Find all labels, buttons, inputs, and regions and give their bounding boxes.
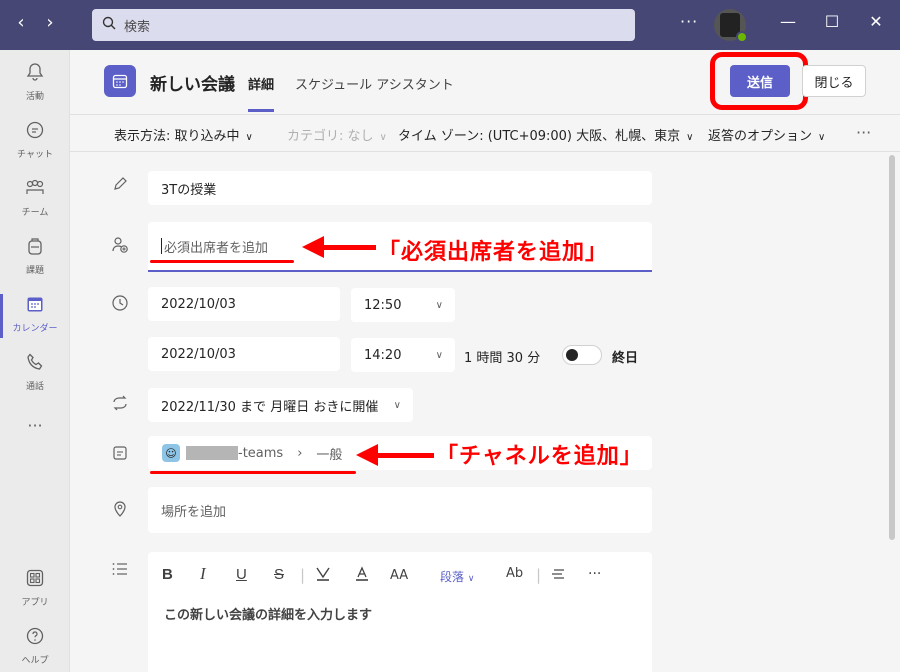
more-options-icon[interactable]: ··· bbox=[680, 12, 698, 31]
list-icon bbox=[108, 560, 132, 582]
rail-more-icon[interactable]: ··· bbox=[0, 416, 70, 435]
rail-item-activity[interactable]: 活動 bbox=[0, 62, 70, 102]
rail-item-apps[interactable]: アプリ bbox=[0, 568, 70, 608]
arrow-left-icon bbox=[302, 236, 324, 258]
title-field[interactable]: 3Tの授業 bbox=[148, 171, 652, 205]
start-date-field[interactable]: 2022/10/03 bbox=[148, 287, 340, 321]
repeat-icon bbox=[108, 394, 132, 416]
meeting-header: 新しい会議 詳細 スケジュール アシスタント 送信 閉じる bbox=[70, 50, 900, 114]
search-icon bbox=[102, 16, 116, 34]
attendee-callout: 「必須出席者を追加」 bbox=[378, 240, 609, 265]
indent-icon[interactable] bbox=[550, 566, 566, 586]
tab-scheduling-assistant[interactable]: スケジュール アシスタント bbox=[295, 74, 454, 93]
add-person-icon bbox=[108, 236, 132, 258]
more-format-icon[interactable]: ··· bbox=[588, 566, 601, 582]
options-bar: 表示方法: 取り込み中 ∨ カテゴリ: なし ∨ タイム ゾーン: (UTC+09:… bbox=[70, 114, 900, 152]
calendar-icon bbox=[104, 65, 136, 97]
search-input[interactable]: 検索 bbox=[92, 9, 635, 41]
rail-item-chat[interactable]: チャット bbox=[0, 120, 70, 160]
chevron-down-icon: ∨ bbox=[818, 132, 826, 143]
rail-item-calendar[interactable]: カレンダー bbox=[0, 294, 70, 338]
title-bar: ‹ › 検索 ··· — ☐ ✕ bbox=[0, 0, 900, 50]
apps-icon bbox=[0, 568, 70, 593]
arrow-shaft bbox=[376, 453, 434, 458]
chevron-down-icon: ∨ bbox=[393, 399, 401, 411]
category-dropdown[interactable]: カテゴリ: なし ∨ bbox=[287, 125, 387, 144]
chevron-down-icon: ∨ bbox=[245, 132, 253, 143]
chevron-right-icon: › bbox=[297, 445, 303, 461]
forward-icon[interactable]: › bbox=[34, 12, 66, 33]
highlight-icon[interactable] bbox=[314, 566, 332, 586]
rail-item-help[interactable]: ヘルプ bbox=[0, 626, 70, 666]
tab-details[interactable]: 詳細 bbox=[248, 74, 275, 112]
response-options-dropdown[interactable]: 返答のオプション ∨ bbox=[708, 125, 825, 144]
location-input[interactable]: 場所を追加 bbox=[148, 487, 652, 533]
show-as-dropdown[interactable]: 表示方法: 取り込み中 ∨ bbox=[114, 125, 253, 144]
rail-item-teams[interactable]: チーム bbox=[0, 178, 70, 218]
page-title: 新しい会議 bbox=[150, 75, 235, 95]
status-available-icon bbox=[736, 31, 748, 43]
search-placeholder: 検索 bbox=[124, 19, 151, 35]
rail-item-calls[interactable]: 通話 bbox=[0, 352, 70, 392]
arrow-left-icon bbox=[356, 444, 378, 466]
underline-icon[interactable]: U bbox=[236, 566, 247, 583]
location-icon bbox=[108, 500, 132, 522]
details-editor[interactable]: B I U S | AA 段落 ∨ Ab | ··· この新しい会議の詳細を入力… bbox=[148, 552, 652, 672]
app-rail: 活動 チャット チーム 課題 カレンダー 通話 ··· アプリ ヘルプ bbox=[0, 50, 70, 672]
paragraph-dropdown[interactable]: 段落 ∨ bbox=[440, 568, 474, 585]
end-date-field[interactable]: 2022/10/03 bbox=[148, 337, 340, 371]
italic-icon[interactable]: I bbox=[200, 564, 206, 584]
channel-callout: 「チャネルを追加」 bbox=[436, 444, 643, 469]
teams-icon bbox=[0, 178, 70, 203]
team-logo-icon: ☺ bbox=[162, 444, 180, 462]
help-icon bbox=[0, 626, 70, 651]
calendar-icon bbox=[0, 294, 70, 319]
clear-format-icon[interactable]: Ab bbox=[506, 566, 523, 581]
back-icon[interactable]: ‹ bbox=[5, 12, 37, 33]
close-button[interactable]: 閉じる bbox=[802, 65, 866, 97]
scrollbar[interactable] bbox=[889, 155, 895, 540]
backpack-icon bbox=[0, 236, 70, 261]
end-time-dropdown[interactable]: 14:20 ∨ bbox=[351, 338, 455, 372]
strikethrough-icon[interactable]: S bbox=[274, 566, 284, 583]
chat-icon bbox=[0, 120, 70, 145]
recurrence-dropdown[interactable]: 2022/11/30 まで 月曜日 おきに開催 ∨ bbox=[148, 388, 413, 422]
details-placeholder: この新しい会議の詳細を入力します bbox=[164, 608, 373, 623]
attendee-underline-annotation bbox=[150, 260, 294, 263]
start-time-dropdown[interactable]: 12:50 ∨ bbox=[351, 288, 455, 322]
maximize-icon[interactable]: ☐ bbox=[822, 12, 842, 31]
bold-icon[interactable]: B bbox=[162, 566, 173, 583]
duration-label: 1 時間 30 分 bbox=[464, 351, 541, 366]
phone-icon bbox=[0, 352, 70, 377]
rail-item-assignments[interactable]: 課題 bbox=[0, 236, 70, 276]
arrow-shaft bbox=[322, 245, 376, 250]
timezone-dropdown[interactable]: タイム ゾーン: (UTC+09:00) 大阪、札幌、東京 ∨ bbox=[398, 125, 693, 144]
font-color-icon[interactable] bbox=[354, 566, 370, 586]
all-day-toggle[interactable] bbox=[562, 345, 602, 365]
channel-icon bbox=[108, 444, 132, 466]
chevron-down-icon: ∨ bbox=[435, 349, 443, 361]
team-name-redacted bbox=[186, 446, 238, 460]
minimize-icon[interactable]: — bbox=[778, 12, 798, 31]
close-window-icon[interactable]: ✕ bbox=[866, 12, 886, 31]
pencil-icon bbox=[108, 176, 132, 196]
avatar[interactable] bbox=[714, 9, 748, 43]
chevron-down-icon: ∨ bbox=[379, 132, 387, 143]
clock-icon bbox=[108, 294, 132, 316]
chevron-down-icon: ∨ bbox=[686, 132, 694, 143]
send-button[interactable]: 送信 bbox=[730, 65, 790, 97]
channel-underline-annotation bbox=[150, 471, 356, 474]
font-size-icon[interactable]: AA bbox=[390, 568, 408, 583]
bell-icon bbox=[0, 62, 70, 87]
chevron-down-icon: ∨ bbox=[435, 299, 443, 311]
more-options-icon[interactable]: ··· bbox=[856, 123, 871, 142]
all-day-label: 終日 bbox=[612, 351, 639, 366]
